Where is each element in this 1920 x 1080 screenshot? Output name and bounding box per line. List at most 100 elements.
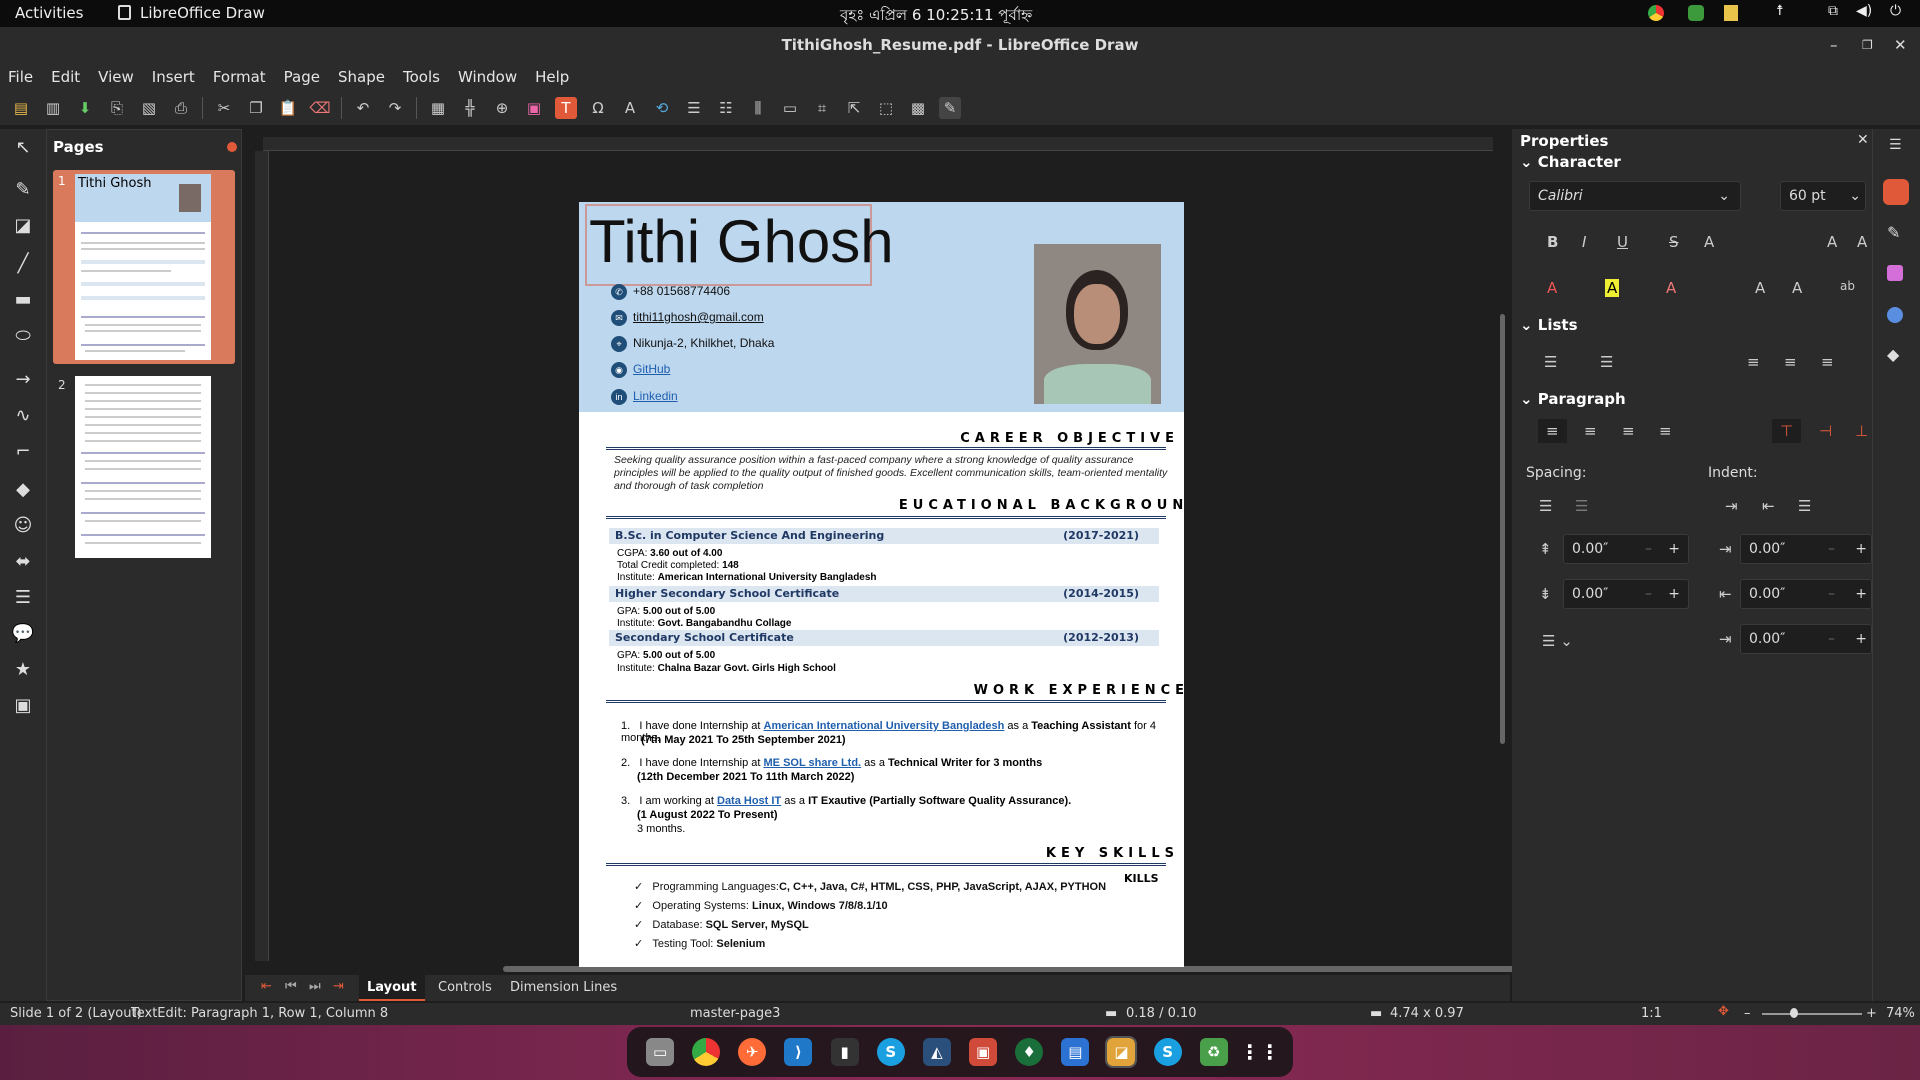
zoom-slider-thumb[interactable]: [1790, 1008, 1798, 1018]
align-right-icon[interactable]: ≡: [1622, 422, 1635, 440]
arrange-icon[interactable]: ☷: [715, 97, 737, 119]
sidebar-menu-icon[interactable]: ☰: [1889, 137, 1902, 153]
align-left-icon[interactable]: ≡: [1538, 419, 1567, 443]
tray-app-icon[interactable]: [1688, 5, 1704, 21]
unordered-list-icon[interactable]: ☰: [1544, 353, 1557, 371]
show-apps-icon[interactable]: ⋮⋮: [1240, 1038, 1280, 1066]
draw-icon[interactable]: ◪: [1105, 1036, 1138, 1068]
ordered-list-icon[interactable]: ☰: [1600, 353, 1613, 371]
below-paragraph-spacing[interactable]: 0.00″ – +: [1563, 579, 1689, 609]
master-page-status[interactable]: master-page3: [690, 1006, 780, 1021]
resume-page[interactable]: Tithi Ghosh ✆ +88 01568774406 ✉ tithi11gho…: [579, 202, 1184, 967]
connector-icon[interactable]: ⌐: [8, 441, 38, 467]
callouts-icon[interactable]: 💬: [8, 623, 38, 649]
3d-objects-icon[interactable]: ▣: [8, 695, 38, 721]
notes-tray-icon[interactable]: [1724, 5, 1738, 21]
font-name-input[interactable]: Calibri ⌄: [1529, 181, 1741, 211]
special-character-icon[interactable]: Ω: [587, 97, 609, 119]
menu-file[interactable]: File: [8, 68, 33, 86]
copy-icon[interactable]: ❐: [245, 97, 267, 119]
undo-icon[interactable]: ↶: [352, 97, 374, 119]
textbox-icon[interactable]: T: [555, 97, 577, 119]
clone-format-icon[interactable]: ⌫: [309, 97, 331, 119]
menu-insert[interactable]: Insert: [152, 68, 195, 86]
volume-icon[interactable]: ◀): [1856, 3, 1872, 19]
zoom-slider[interactable]: [1762, 1013, 1862, 1015]
software-center-icon[interactable]: ▣: [969, 1038, 998, 1066]
after-text-indent[interactable]: 0.00″ – +: [1740, 579, 1872, 609]
writer-icon[interactable]: ▤: [1061, 1038, 1090, 1066]
ellipse-icon[interactable]: ⬭: [8, 325, 38, 351]
symbol-shapes-icon[interactable]: ☺: [8, 515, 38, 541]
select-icon[interactable]: ↖: [8, 137, 38, 163]
menu-edit[interactable]: Edit: [51, 68, 80, 86]
menu-format[interactable]: Format: [213, 68, 266, 86]
helplines-icon[interactable]: ╬: [459, 97, 481, 119]
justify-icon[interactable]: ≡: [1659, 422, 1672, 440]
lists-section[interactable]: ⌄ Lists: [1520, 316, 1578, 334]
work-org-link[interactable]: Data Host IT: [717, 795, 781, 807]
tab-controls[interactable]: Controls: [438, 980, 492, 995]
shrink-font-icon[interactable]: A: [1857, 233, 1867, 251]
prev-page-icon[interactable]: ⏮: [285, 979, 297, 994]
transformations-icon[interactable]: ⟲: [651, 97, 673, 119]
next-page-icon[interactable]: ⏭: [309, 979, 321, 994]
demote-icon[interactable]: ≡: [1784, 353, 1797, 371]
fit-page-icon[interactable]: ✥: [1718, 1004, 1729, 1019]
zoom-level[interactable]: 74%: [1886, 1006, 1915, 1021]
tab-layout[interactable]: Layout: [359, 975, 425, 1001]
linkedin-link[interactable]: Linkedin: [633, 389, 678, 403]
minimize-icon[interactable]: –: [1830, 27, 1838, 63]
work-org-link[interactable]: ME SOL share Ltd.: [764, 757, 862, 769]
grow-font-icon[interactable]: A: [1827, 233, 1837, 251]
fontwork-icon[interactable]: A: [619, 97, 641, 119]
above-paragraph-spacing[interactable]: 0.00″ – +: [1563, 534, 1689, 564]
shapes-deck-icon[interactable]: ◆: [1887, 345, 1899, 364]
close-panel-icon[interactable]: [227, 142, 237, 152]
navigator-deck-icon[interactable]: [1887, 307, 1903, 323]
rectangle-icon[interactable]: ▬: [8, 289, 38, 315]
power-icon[interactable]: ⏻: [1890, 3, 1901, 19]
shadow-text-icon[interactable]: A: [1704, 233, 1714, 251]
terminal-icon[interactable]: ▮: [830, 1038, 859, 1066]
templates-icon[interactable]: ▥: [42, 97, 64, 119]
menu-help[interactable]: Help: [535, 68, 569, 86]
decrease-spacing-icon[interactable]: ☰: [1575, 497, 1588, 515]
font-color-icon[interactable]: A: [1547, 279, 1557, 297]
export-icon[interactable]: ⎘: [106, 97, 128, 119]
increase-spacing-icon[interactable]: ☰: [1539, 497, 1552, 515]
open-icon[interactable]: ⬇: [74, 97, 96, 119]
menu-shape[interactable]: Shape: [338, 68, 385, 86]
before-text-indent[interactable]: 0.00″ – +: [1740, 534, 1872, 564]
app-menu[interactable]: LibreOffice Draw: [140, 4, 265, 22]
last-page-icon[interactable]: ⇥: [333, 979, 344, 994]
italic-icon[interactable]: I: [1582, 233, 1586, 251]
image-icon[interactable]: ▣: [523, 97, 545, 119]
fill-color-icon[interactable]: ◪: [8, 215, 38, 241]
mongodb-icon[interactable]: ♦: [1015, 1038, 1044, 1066]
mysql-workbench-icon[interactable]: ◭: [922, 1038, 951, 1066]
maximize-icon[interactable]: ❐: [1862, 27, 1873, 63]
underline-icon[interactable]: U: [1617, 233, 1628, 251]
font-size-input[interactable]: 60 pt ⌄: [1780, 181, 1866, 211]
spacing-icon[interactable]: ab: [1840, 279, 1855, 293]
close-icon[interactable]: ✕: [1894, 27, 1907, 63]
menu-window[interactable]: Window: [458, 68, 517, 86]
work-org-link[interactable]: American International University Bangla…: [764, 720, 1005, 732]
draw-function-icon[interactable]: ✎: [939, 97, 961, 119]
distribute-icon[interactable]: ⫼: [747, 97, 769, 119]
clock[interactable]: বৃহঃ এপ্রিল 6 10:25:11 পূর্বাহ্ন: [840, 4, 1032, 29]
character-section[interactable]: ⌄ Character: [1520, 153, 1621, 171]
close-sidebar-icon[interactable]: ✕: [1857, 132, 1869, 148]
superscript-icon[interactable]: A: [1755, 279, 1765, 297]
grid-icon[interactable]: ▦: [427, 97, 449, 119]
trash-icon[interactable]: ♻: [1199, 1038, 1228, 1066]
chrome-tray-icon[interactable]: [1648, 5, 1664, 21]
activities-button[interactable]: Activities: [15, 4, 83, 22]
line-color-icon[interactable]: ✎: [8, 179, 38, 205]
menu-view[interactable]: View: [98, 68, 134, 86]
gallery-deck-icon[interactable]: [1887, 265, 1903, 281]
subscript-icon[interactable]: A: [1792, 279, 1802, 297]
zoom-out-icon[interactable]: –: [1744, 1006, 1751, 1021]
zoom-pan-icon[interactable]: ⊕: [491, 97, 513, 119]
